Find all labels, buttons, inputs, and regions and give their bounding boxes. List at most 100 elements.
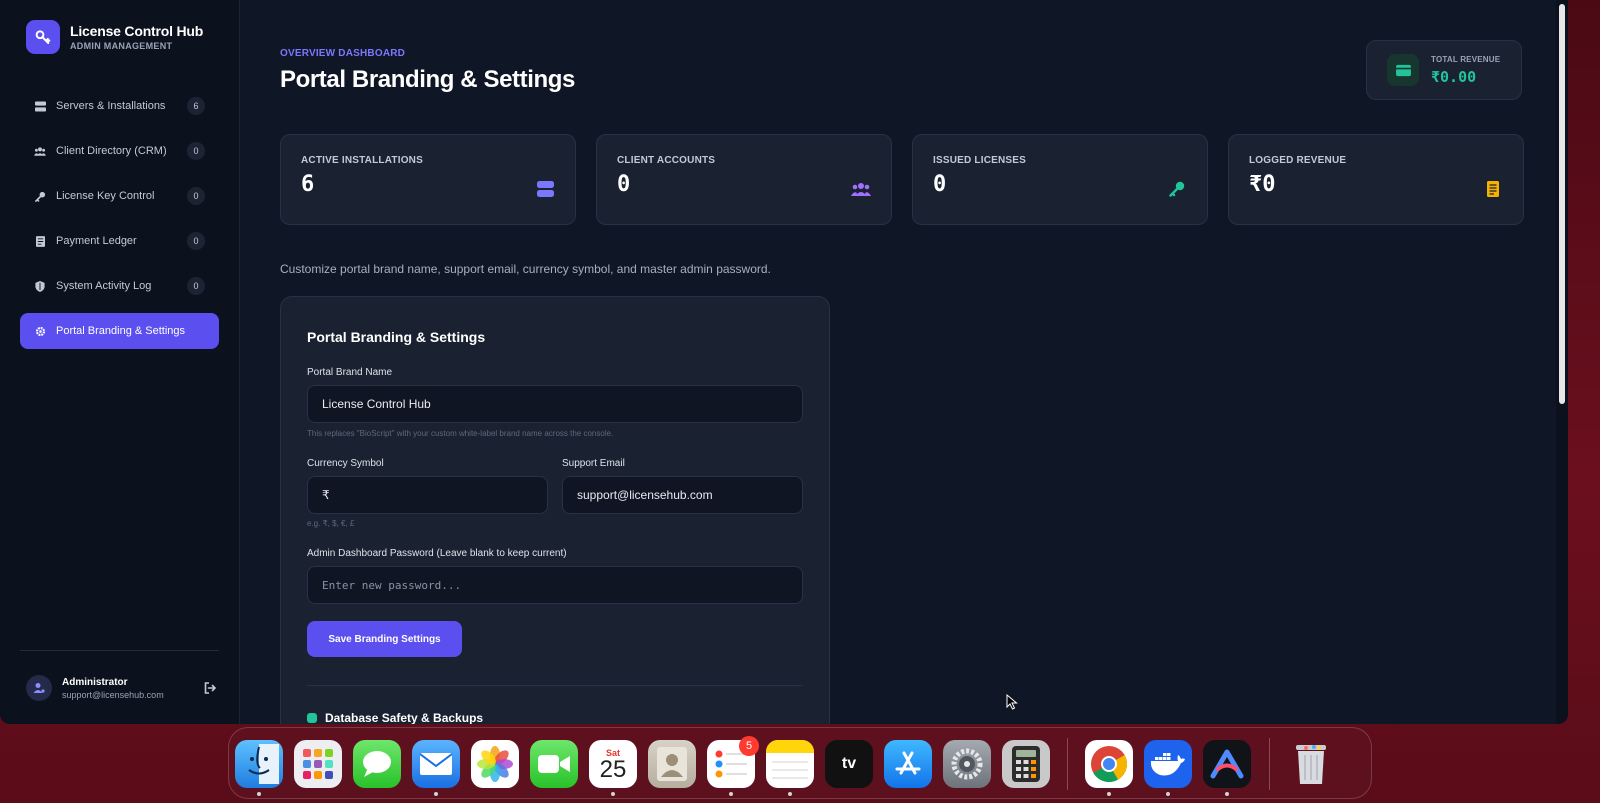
main-content: OVERVIEW DASHBOARD Portal Branding & Set… xyxy=(240,0,1568,724)
user-profile: Administrator support@licensehub.com xyxy=(26,675,217,701)
calendar-day: 25 xyxy=(599,756,627,783)
save-branding-button[interactable]: Save Branding Settings xyxy=(307,621,462,657)
brand[interactable]: License Control Hub ADMIN MANAGEMENT xyxy=(0,0,239,54)
users-icon xyxy=(851,180,871,198)
total-revenue-value: ₹0.00 xyxy=(1431,67,1477,86)
count-badge: 0 xyxy=(187,187,205,205)
arc-icon[interactable] xyxy=(1203,740,1251,788)
notes-icon[interactable] xyxy=(766,740,814,788)
currency-symbol-input[interactable]: ₹ xyxy=(307,476,548,514)
key-logo-icon xyxy=(26,20,60,54)
launchpad-icon[interactable] xyxy=(294,740,342,788)
running-indicator xyxy=(1107,792,1111,796)
facetime-icon[interactable] xyxy=(530,740,578,788)
reminders-icon[interactable]: 5 xyxy=(707,736,759,788)
messages-icon[interactable] xyxy=(353,740,401,788)
gear-icon xyxy=(34,325,46,337)
scrollbar[interactable] xyxy=(1556,0,1568,724)
sidebar-item-label: Client Directory (CRM) xyxy=(56,145,167,157)
count-badge: 0 xyxy=(187,142,205,160)
admin-password-label: Admin Dashboard Password (Leave blank to… xyxy=(307,548,567,559)
support-email-label: Support Email xyxy=(562,458,625,469)
sidebar-item-label: Portal Branding & Settings xyxy=(56,325,186,337)
admin-password-input[interactable]: Enter new password... xyxy=(307,566,803,604)
trash-icon[interactable] xyxy=(1287,740,1335,788)
sidebar-item-payment-ledger[interactable]: Payment Ledger 0 xyxy=(20,223,219,259)
app-window: License Control Hub ADMIN MANAGEMENT Ser… xyxy=(0,0,1568,724)
apple-tv-icon[interactable]: tv xyxy=(825,740,873,788)
stat-card-issued-licenses: ISSUED LICENSES 0 xyxy=(912,134,1208,225)
chrome-icon[interactable] xyxy=(1085,740,1133,788)
wallet-icon xyxy=(1387,54,1419,86)
database-icon xyxy=(307,713,317,723)
sidebar-divider xyxy=(20,650,219,651)
receipt-icon xyxy=(34,235,46,247)
stat-label: ACTIVE INSTALLATIONS xyxy=(301,155,423,166)
calendar-icon[interactable]: Sat 25 xyxy=(589,740,637,788)
branding-settings-panel: Portal Branding & Settings Portal Brand … xyxy=(280,296,830,724)
count-badge: 0 xyxy=(187,232,205,250)
page-description: Customize portal brand name, support ema… xyxy=(280,262,771,276)
stat-label: ISSUED LICENSES xyxy=(933,155,1027,166)
stat-value: 6 xyxy=(301,172,315,197)
user-avatar-icon xyxy=(26,675,52,701)
stat-card-active-installations: ACTIVE INSTALLATIONS 6 xyxy=(280,134,576,225)
stat-label: CLIENT ACCOUNTS xyxy=(617,155,716,166)
user-name: Administrator xyxy=(62,676,128,688)
dock-separator xyxy=(1269,738,1270,790)
stat-value: 0 xyxy=(617,172,631,197)
photos-icon[interactable] xyxy=(471,740,519,788)
running-indicator xyxy=(729,792,733,796)
scrollbar-thumb[interactable] xyxy=(1559,4,1565,404)
sidebar-item-label: Servers & Installations xyxy=(56,100,166,112)
panel-title: Portal Branding & Settings xyxy=(307,329,486,345)
dock-separator xyxy=(1067,738,1068,790)
brand-title: License Control Hub xyxy=(70,23,204,39)
database-backups-section: Database Safety & Backups xyxy=(307,711,483,724)
sidebar-item-clients[interactable]: Client Directory (CRM) 0 xyxy=(20,133,219,169)
mouse-cursor-icon xyxy=(1006,693,1018,715)
stat-value: 0 xyxy=(933,172,947,197)
support-email-input[interactable]: support@licensehub.com xyxy=(562,476,803,514)
docker-icon[interactable] xyxy=(1144,740,1192,788)
app-store-icon[interactable] xyxy=(884,740,932,788)
shield-icon xyxy=(34,280,46,292)
sidebar-item-servers[interactable]: Servers & Installations 6 xyxy=(20,88,219,124)
running-indicator xyxy=(1225,792,1229,796)
stat-value: ₹0 xyxy=(1249,172,1276,197)
running-indicator xyxy=(788,792,792,796)
page-title: Portal Branding & Settings xyxy=(280,66,575,93)
notification-badge: 5 xyxy=(739,736,759,756)
page-eyebrow: OVERVIEW DASHBOARD xyxy=(280,48,406,59)
count-badge: 6 xyxy=(187,97,205,115)
mail-icon[interactable] xyxy=(412,740,460,788)
logout-icon[interactable] xyxy=(204,681,217,699)
stats-row: ACTIVE INSTALLATIONS 6 CLIENT ACCOUNTS 0… xyxy=(280,134,1524,225)
sidebar-item-branding-settings[interactable]: Portal Branding & Settings xyxy=(20,313,219,349)
sidebar-item-label: Payment Ledger xyxy=(56,235,137,247)
running-indicator xyxy=(1166,792,1170,796)
brand-subtitle: ADMIN MANAGEMENT xyxy=(70,41,173,51)
server-icon xyxy=(535,180,555,198)
running-indicator xyxy=(611,792,615,796)
finder-icon[interactable] xyxy=(235,740,283,788)
currency-symbol-label: Currency Symbol xyxy=(307,458,384,469)
section-title: Database Safety & Backups xyxy=(325,711,484,724)
calculator-icon[interactable] xyxy=(1002,740,1050,788)
total-revenue-card: TOTAL REVENUE ₹0.00 xyxy=(1366,40,1522,100)
brand-name-label: Portal Brand Name xyxy=(307,367,393,378)
receipt-icon xyxy=(1483,180,1503,198)
users-icon xyxy=(34,145,46,157)
sidebar-item-activity-log[interactable]: System Activity Log 0 xyxy=(20,268,219,304)
key-icon xyxy=(1167,180,1187,198)
contacts-icon[interactable] xyxy=(648,740,696,788)
running-indicator xyxy=(434,792,438,796)
server-icon xyxy=(34,100,46,112)
brand-name-input[interactable]: License Control Hub xyxy=(307,385,803,423)
stat-label: LOGGED REVENUE xyxy=(1249,155,1347,166)
sidebar-item-license-keys[interactable]: License Key Control 0 xyxy=(20,178,219,214)
system-settings-icon[interactable] xyxy=(943,740,991,788)
sidebar-item-label: System Activity Log xyxy=(56,280,152,292)
sidebar: License Control Hub ADMIN MANAGEMENT Ser… xyxy=(0,0,240,724)
panel-divider xyxy=(307,685,803,686)
